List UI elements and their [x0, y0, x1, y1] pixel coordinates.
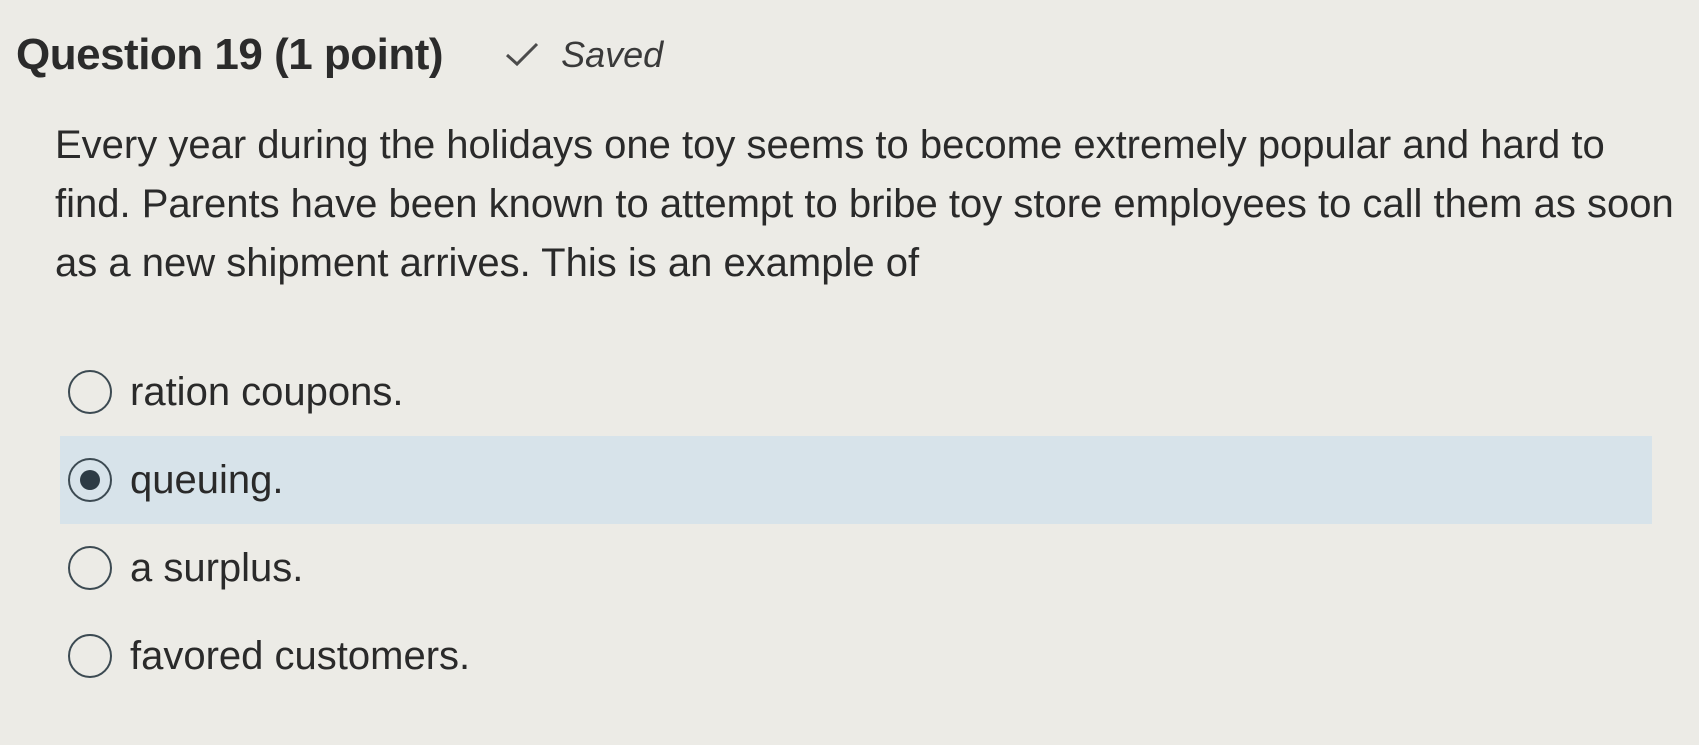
- answer-label: queuing.: [130, 457, 284, 502]
- saved-label: Saved: [561, 34, 664, 75]
- radio-button-selected[interactable]: [68, 458, 112, 502]
- radio-button[interactable]: [68, 370, 112, 414]
- answer-label: favored customers.: [130, 633, 471, 678]
- radio-button[interactable]: [68, 546, 112, 590]
- radio-button[interactable]: [68, 634, 112, 678]
- question-header: Question 19 (1 point) Saved: [16, 30, 663, 80]
- answer-label: ration coupons.: [130, 369, 404, 414]
- answer-label: a surplus.: [130, 545, 304, 590]
- answer-option-a-surplus[interactable]: a surplus.: [60, 524, 1652, 612]
- saved-status: Saved: [503, 34, 663, 76]
- question-title: Question 19 (1 point): [16, 30, 444, 79]
- checkmark-icon: [503, 40, 541, 70]
- answer-option-ration-coupons[interactable]: ration coupons.: [60, 348, 1652, 436]
- answer-option-favored-customers[interactable]: favored customers.: [60, 612, 1652, 700]
- question-text: Every year during the holidays one toy s…: [55, 123, 1674, 285]
- answer-list: ration coupons. queuing. a surplus. favo…: [60, 348, 1652, 700]
- answer-option-queuing[interactable]: queuing.: [60, 436, 1652, 524]
